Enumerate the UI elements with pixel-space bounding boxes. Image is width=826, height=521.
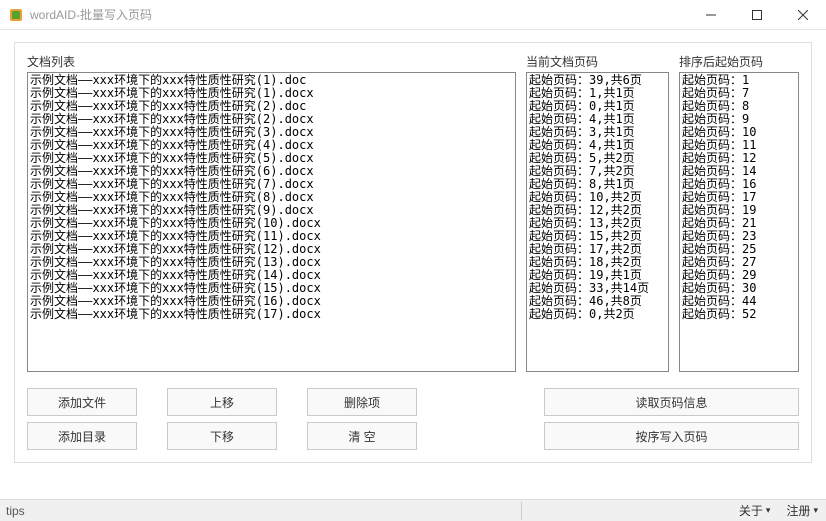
list-item[interactable]: 示例文档――xxx环境下的xxx特性质性研究(17).docx: [30, 308, 513, 321]
status-empty-cell: [521, 502, 731, 520]
titlebar: wordAID-批量写入页码: [0, 0, 826, 30]
status-tips: tips: [0, 504, 25, 518]
doc-list-label: 文档列表: [27, 53, 516, 70]
doc-list[interactable]: 示例文档――xxx环境下的xxx特性质性研究(1).doc示例文档――xxx环境…: [27, 72, 516, 372]
current-page-list[interactable]: 起始页码：39,共6页起始页码：1,共1页起始页码：0,共1页起始页码：4,共1…: [526, 72, 669, 372]
delete-button[interactable]: 删除项: [307, 388, 417, 416]
move-up-button[interactable]: 上移: [167, 388, 277, 416]
window-title: wordAID-批量写入页码: [30, 6, 152, 23]
about-menu[interactable]: 关于▾: [731, 502, 779, 519]
read-page-info-button[interactable]: 读取页码信息: [544, 388, 799, 416]
add-dir-button[interactable]: 添加目录: [27, 422, 137, 450]
chevron-down-icon: ▾: [813, 505, 818, 516]
clear-button[interactable]: 清 空: [307, 422, 417, 450]
add-file-button[interactable]: 添加文件: [27, 388, 137, 416]
chevron-down-icon: ▾: [766, 505, 771, 516]
current-page-label: 当前文档页码: [526, 53, 669, 70]
statusbar: tips 关于▾ 注册▾: [0, 499, 826, 521]
register-menu[interactable]: 注册▾: [778, 502, 826, 519]
close-button[interactable]: [780, 0, 826, 30]
write-page-seq-button[interactable]: 按序写入页码: [544, 422, 799, 450]
move-down-button[interactable]: 下移: [167, 422, 277, 450]
sorted-page-label: 排序后起始页码: [679, 53, 799, 70]
list-item[interactable]: 起始页码：52: [682, 308, 796, 321]
main-panel: 文档列表 示例文档――xxx环境下的xxx特性质性研究(1).doc示例文档――…: [14, 42, 812, 463]
minimize-button[interactable]: [688, 0, 734, 30]
list-item[interactable]: 起始页码：0,共2页: [529, 308, 666, 321]
app-icon: [8, 7, 24, 23]
sorted-page-list[interactable]: 起始页码：1起始页码：7起始页码：8起始页码：9起始页码：10起始页码：11起始…: [679, 72, 799, 372]
maximize-button[interactable]: [734, 0, 780, 30]
